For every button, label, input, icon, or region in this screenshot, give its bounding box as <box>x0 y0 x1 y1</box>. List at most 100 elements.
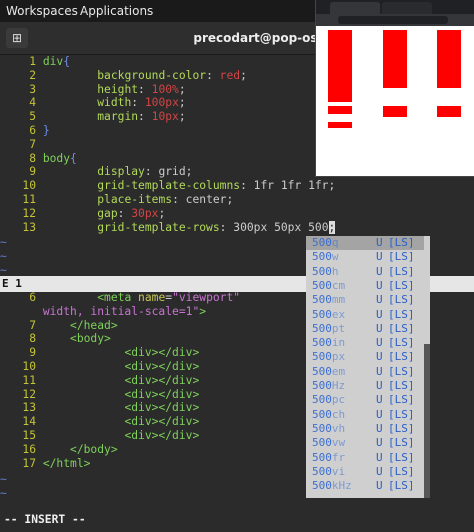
completion-item[interactable]: 500kHz U [LS] <box>306 479 430 493</box>
code-token: <div></div> <box>124 429 200 442</box>
address-bar[interactable] <box>338 16 448 24</box>
code-line[interactable]: 11 <div></div> <box>0 374 199 388</box>
empty-line-tilde: ~ <box>0 250 7 263</box>
completion-item[interactable]: 500mm U [LS] <box>306 293 430 307</box>
code-token: { <box>70 151 77 165</box>
workspaces-button[interactable]: Workspaces <box>6 4 78 18</box>
code-line[interactable]: 5 margin: 10px; <box>0 110 186 124</box>
code-token: grid-template-columns <box>97 179 241 193</box>
line-number: 8 <box>29 151 36 165</box>
code-token: ; <box>178 82 186 96</box>
completion-item[interactable]: 500vw U [LS] <box>306 436 430 450</box>
code-line[interactable]: 6 <meta name="viewport" ice- <box>0 291 335 305</box>
code-line[interactable]: 7 </head> <box>0 318 117 333</box>
completion-item[interactable]: 500cm U [LS] <box>306 279 430 293</box>
line-number: 2 <box>29 68 36 82</box>
code-token: grid <box>158 165 186 179</box>
code-token: <div></div> <box>124 373 200 387</box>
completion-word: 500Hz <box>312 379 346 392</box>
completion-item[interactable]: 500h U [LS] <box>306 265 430 279</box>
code-line[interactable]: 8 body{ <box>0 152 77 166</box>
completion-source: [LS] <box>388 321 415 335</box>
completion-word: 500vw <box>312 436 346 450</box>
completion-source: [LS] <box>388 364 415 378</box>
completion-source: [LS] <box>388 464 415 478</box>
line-number: 3 <box>29 82 36 96</box>
completion-item[interactable]: 500ex U [LS] <box>306 308 430 322</box>
completion-item[interactable]: 500in U [LS] <box>306 336 430 350</box>
code-line[interactable]: 8 <body> <box>0 332 111 346</box>
text-cursor: ; <box>328 220 336 234</box>
completion-item[interactable]: 500q U [LS] <box>306 236 430 250</box>
code-token: <div></div> <box>124 401 200 415</box>
code-line[interactable]: 16 </body> <box>0 443 117 457</box>
completion-word: 500em <box>312 364 346 378</box>
line-number: 4 <box>29 96 36 110</box>
browser-tab[interactable] <box>330 2 380 14</box>
completion-kind: U <box>376 450 383 464</box>
completion-item[interactable]: 500pt U [LS] <box>306 322 430 336</box>
code-line[interactable]: 13 grid-template-rows: 300px 50px 500; <box>0 220 336 235</box>
code-line[interactable]: 11 place-items: center; <box>0 193 233 207</box>
code-line[interactable]: 10 grid-template-columns: 1fr 1fr 1fr; <box>0 179 335 193</box>
code-line[interactable]: 7 <box>0 138 43 152</box>
browser-tab[interactable] <box>382 2 432 14</box>
completion-item[interactable]: 500px U [LS] <box>306 350 430 364</box>
code-line[interactable]: 9 <div></div> <box>0 346 199 360</box>
code-line[interactable]: 14 <div></div> <box>0 415 199 429</box>
code-line[interactable]: 4 width: 100px; <box>0 96 186 110</box>
completion-item[interactable]: 500w U [LS] <box>306 250 430 264</box>
code-line[interactable]: 13 <div></div> <box>0 401 199 415</box>
empty-line-tilde: ~ <box>0 487 7 500</box>
code-line[interactable]: 6 } <box>0 124 50 138</box>
mode-indicator: -- INSERT -- <box>4 513 86 526</box>
code-token: margin <box>97 110 139 124</box>
completion-kind: U <box>376 436 383 450</box>
code-token: } <box>42 124 50 137</box>
line-number: 7 <box>29 318 36 332</box>
code-token: width <box>97 96 132 110</box>
code-line[interactable]: 9 display: grid; <box>0 165 192 179</box>
code-line[interactable]: 12 <div></div> <box>0 388 199 402</box>
new-tab-icon[interactable]: ⊞ <box>6 28 28 48</box>
browser-preview-window[interactable] <box>316 0 474 176</box>
code-line[interactable]: 2 background-color: red; <box>0 69 247 83</box>
code-line[interactable]: 10 <div></div> <box>0 360 199 374</box>
completion-item[interactable]: 500fr U [LS] <box>306 451 430 465</box>
completion-kind: U <box>376 350 383 364</box>
code-token: center <box>185 193 227 206</box>
completion-item[interactable]: 500vi U [LS] <box>306 465 430 479</box>
code-token: <div></div> <box>124 360 200 373</box>
code-token: ; <box>226 193 234 206</box>
completion-scrollbar-thumb[interactable] <box>424 236 430 344</box>
code-line[interactable]: 17 </html> <box>0 457 90 471</box>
code-token: gap <box>97 206 118 220</box>
completion-popup[interactable]: 500q U [LS] 500w U [LS] 500h U [LS] 500cm U [LS] 500… <box>306 236 430 498</box>
completion-kind: U <box>376 336 383 350</box>
line-number: 7 <box>29 137 36 151</box>
completion-item[interactable]: 500ch U [LS] <box>306 408 430 422</box>
code-line[interactable]: 12 gap: 30px; <box>0 207 165 221</box>
completion-item[interactable]: 500pc U [LS] <box>306 393 430 407</box>
code-line[interactable]: 3 height: 100%; <box>0 83 186 97</box>
line-number: 6 <box>29 291 36 304</box>
code-line[interactable]: width, initial-scale=1"> <box>0 305 206 319</box>
line-number: 6 <box>29 124 36 137</box>
applications-button[interactable]: Applications <box>80 4 153 18</box>
code-line[interactable]: 15 <div></div> <box>0 429 199 443</box>
completion-item[interactable]: 500vh U [LS] <box>306 422 430 436</box>
line-number: 8 <box>29 332 36 346</box>
completion-word: 500ch <box>312 407 346 421</box>
completion-word: 500cm <box>312 278 346 292</box>
completion-item[interactable]: 500Hz U [LS] <box>306 379 430 393</box>
code-line[interactable]: 1 div{ <box>0 55 70 69</box>
completion-item[interactable]: 500em U [LS] <box>306 365 430 379</box>
